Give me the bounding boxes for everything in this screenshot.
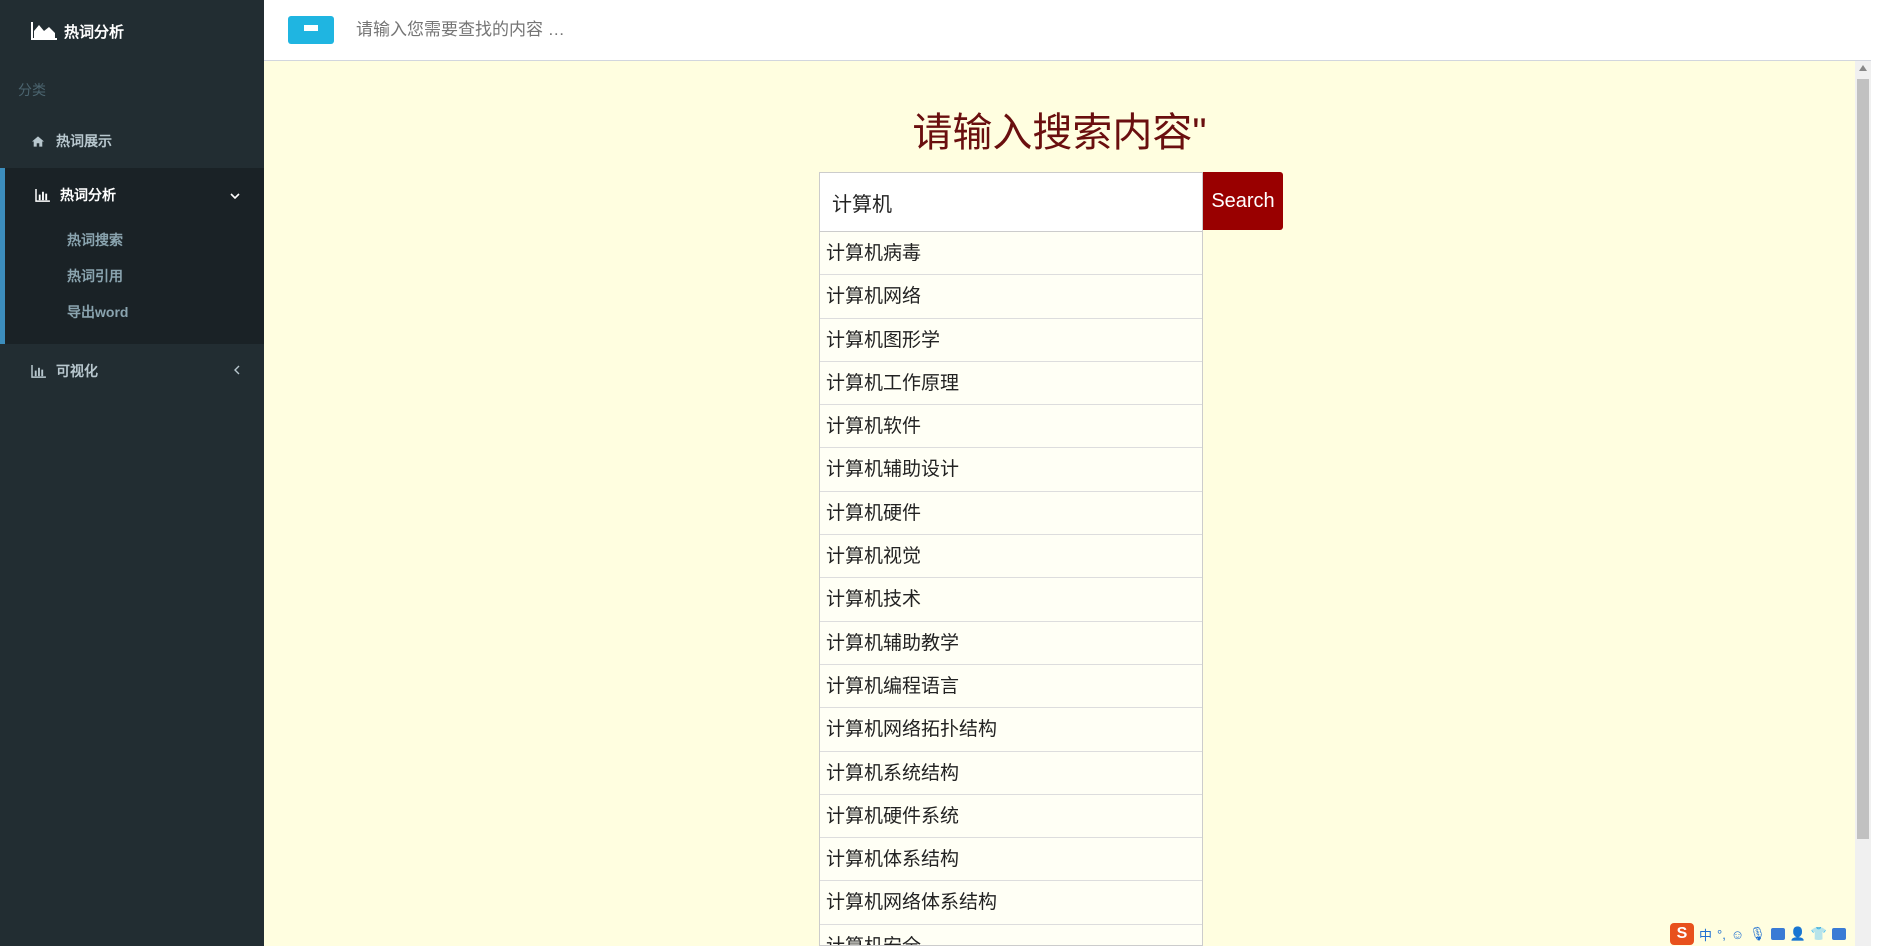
suggestion-item[interactable]: 计算机硬件 xyxy=(820,491,1202,536)
user-icon[interactable]: 👤 xyxy=(1790,926,1806,942)
page-title: 请输入搜索内容" xyxy=(912,111,1207,155)
sidebar-item-label: 可视化 xyxy=(56,363,98,379)
suggestion-item[interactable]: 计算机硬件系统 xyxy=(820,794,1202,839)
sidebar-subitem-hotword-search[interactable]: 热词搜索 xyxy=(5,222,264,258)
sidebar-item-hotword-analysis[interactable]: 热词分析 xyxy=(5,168,264,222)
ime-mode-label[interactable]: 中 xyxy=(1699,925,1712,944)
brand-title: 热词分析 xyxy=(64,23,125,41)
microphone-icon[interactable]: 🎙 xyxy=(1749,926,1766,942)
top-header xyxy=(264,0,1871,61)
ime-toolbar: S 中 °, ☺ 🎙 👤 👕 xyxy=(1670,922,1875,946)
scroll-up-arrow-icon[interactable] xyxy=(1859,65,1867,71)
sidebar-subitem-hotword-reference[interactable]: 热词引用 xyxy=(5,258,264,294)
suggestion-item[interactable]: 计算机辅助设计 xyxy=(820,448,1202,492)
sidebar-item-visualization[interactable]: 可视化 xyxy=(0,344,264,398)
suggestion-item[interactable]: 计算机图形学 xyxy=(820,318,1202,362)
page-scrollbar[interactable] xyxy=(1855,61,1871,946)
window-edge xyxy=(1871,0,1879,946)
emoji-icon[interactable]: ☺ xyxy=(1731,927,1744,942)
sidebar: 热词分析 分类 热词展示 热词分析 热词搜索 热词引用 导出word 可视化 xyxy=(0,0,264,946)
suggestion-item[interactable]: 计算机系统结构 xyxy=(820,751,1202,795)
suggestion-item[interactable]: 计算机网络 xyxy=(820,275,1202,319)
keyboard-icon[interactable] xyxy=(1770,928,1785,940)
sidebar-item-label: 热词分析 xyxy=(60,187,116,203)
bar-chart-icon xyxy=(30,364,46,378)
autocomplete-list: 计算机病毒 计算机网络 计算机图形学 计算机工作原理 计算机软件 计算机辅助设计… xyxy=(819,232,1203,946)
header-search-input[interactable] xyxy=(356,20,756,40)
bars-icon xyxy=(304,24,318,36)
ime-punctuation-label[interactable]: °, xyxy=(1717,927,1726,942)
skin-icon[interactable]: 👕 xyxy=(1811,926,1827,942)
suggestion-item[interactable]: 计算机技术 xyxy=(820,578,1202,622)
chevron-down-icon xyxy=(230,188,240,202)
search-input[interactable] xyxy=(819,172,1203,232)
suggestion-item[interactable]: 计算机安全 xyxy=(820,924,1202,945)
sidebar-group-hotword-analysis: 热词分析 热词搜索 热词引用 导出word xyxy=(0,168,264,344)
suggestion-item[interactable]: 计算机网络体系结构 xyxy=(820,881,1202,925)
bar-chart-icon xyxy=(34,188,50,202)
suggestion-item[interactable]: 计算机辅助教学 xyxy=(820,621,1202,665)
chevron-left-icon xyxy=(234,364,240,378)
suggestion-item[interactable]: 计算机软件 xyxy=(820,405,1202,449)
home-icon xyxy=(30,134,46,148)
scrollbar-thumb[interactable] xyxy=(1857,79,1869,839)
brand[interactable]: 热词分析 xyxy=(0,0,264,62)
sidebar-section-label: 分类 xyxy=(18,82,46,98)
search-button[interactable]: Search xyxy=(1203,172,1283,230)
suggestion-item[interactable]: 计算机工作原理 xyxy=(820,361,1202,406)
area-chart-icon xyxy=(31,22,57,40)
suggestion-item[interactable]: 计算机病毒 xyxy=(820,232,1202,276)
sidebar-subitem-export-word[interactable]: 导出word xyxy=(5,294,264,330)
suggestion-item[interactable]: 计算机编程语言 xyxy=(820,664,1202,709)
suggestion-item[interactable]: 计算机网络拓扑结构 xyxy=(820,708,1202,752)
suggestion-item[interactable]: 计算机体系结构 xyxy=(820,838,1202,882)
sogou-logo-icon[interactable]: S xyxy=(1670,923,1694,945)
suggestion-item[interactable]: 计算机视觉 xyxy=(820,535,1202,579)
sidebar-toggle-button[interactable] xyxy=(288,16,334,44)
sidebar-item-label: 热词展示 xyxy=(56,133,112,149)
sidebar-item-hotword-display[interactable]: 热词展示 xyxy=(0,114,264,168)
grid-menu-icon[interactable] xyxy=(1832,928,1846,940)
